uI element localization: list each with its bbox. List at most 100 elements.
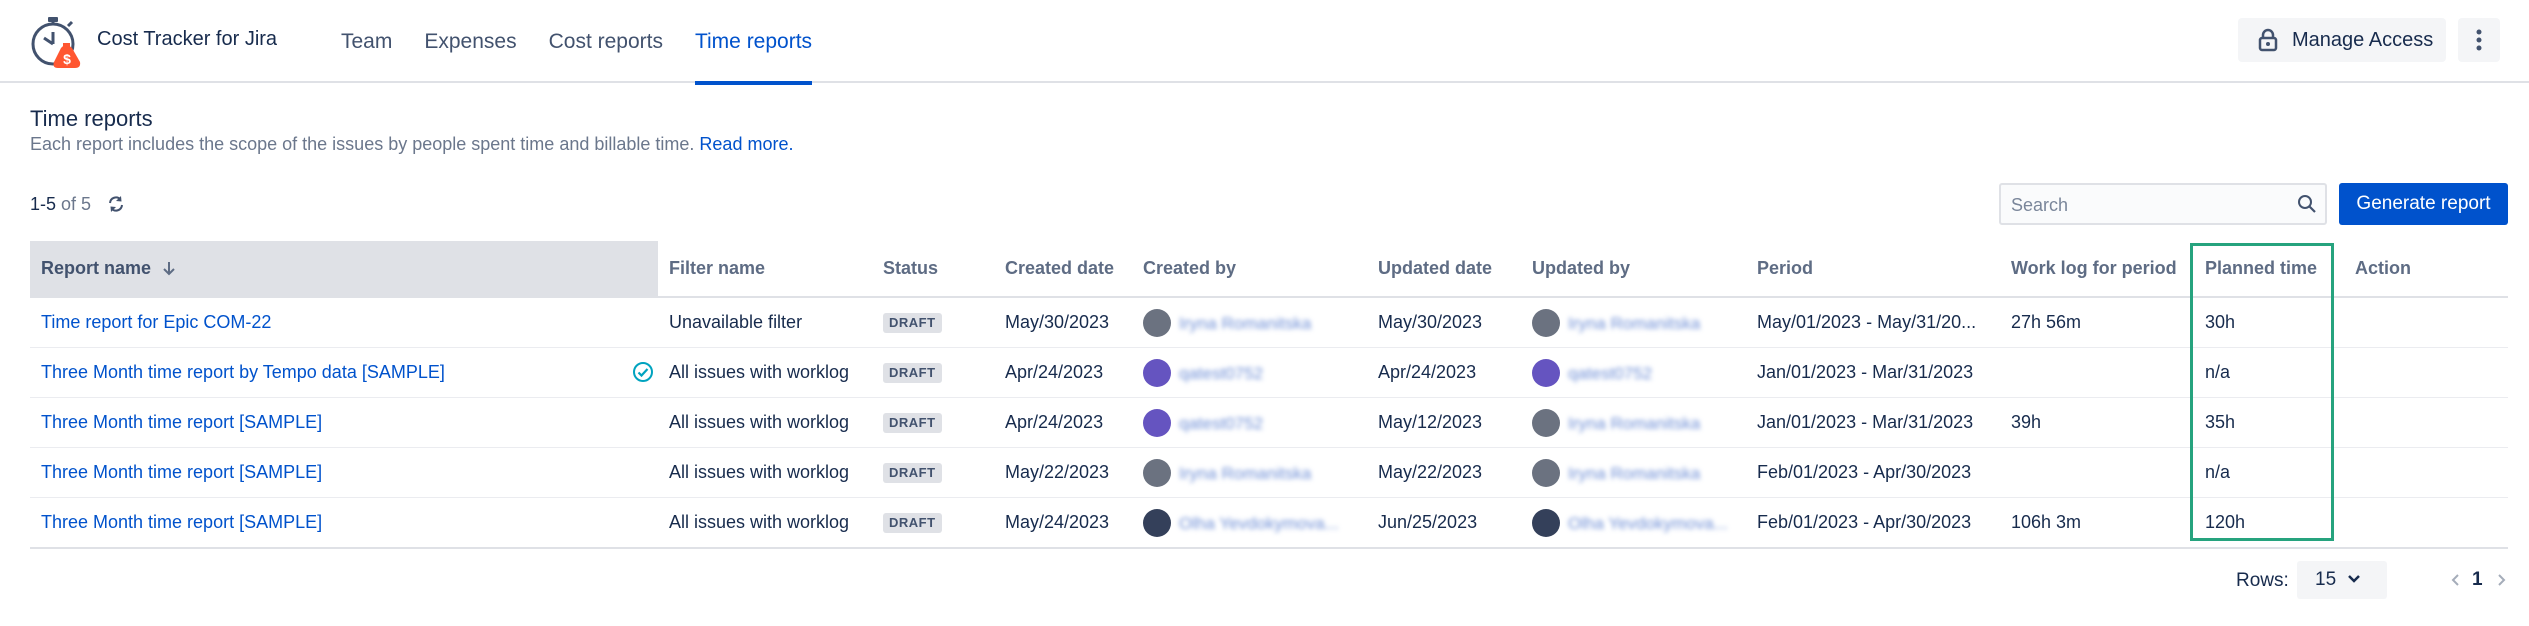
created-date: Apr/24/2023 xyxy=(1005,362,1104,382)
avatar xyxy=(1532,359,1560,388)
report-name-link[interactable]: Three Month time report [SAMPLE] xyxy=(30,398,630,447)
work-log xyxy=(2000,448,2194,497)
manage-access-button[interactable]: Manage Access xyxy=(2238,18,2446,62)
avatar xyxy=(1532,309,1560,338)
filter-name: All issues with worklog xyxy=(669,462,850,482)
planned-time: 30h xyxy=(2205,312,2236,332)
updated-by-cell: qatest0752 xyxy=(1521,348,1746,397)
created-by-cell: Iryna Romanitska xyxy=(1132,298,1367,347)
generate-report-button[interactable]: Generate report xyxy=(2339,183,2508,225)
report-name-link[interactable]: Three Month time report by Tempo data [S… xyxy=(30,348,620,397)
updated-by-cell: Iryna Romanitska xyxy=(1521,448,1746,497)
lock-icon xyxy=(2258,28,2278,52)
status-cell: DRAFT xyxy=(872,398,994,447)
page-description-text: Each report includes the scope of the is… xyxy=(30,134,695,154)
period: Feb/01/2023 - Apr/30/2023 xyxy=(1757,462,1972,482)
created-by-name: Iryna Romanitska xyxy=(1179,463,1312,483)
column-planned-time: Planned time xyxy=(2205,258,2318,278)
period: Jan/01/2023 - Mar/31/2023 xyxy=(1757,412,1974,432)
svg-text:$: $ xyxy=(63,51,71,67)
table-header: Report name Filter name Status Created d… xyxy=(30,241,2508,298)
page-description: Each report includes the scope of the is… xyxy=(30,134,793,155)
tab-time-reports[interactable]: Time reports xyxy=(679,0,828,85)
created-by-name: qatest0752 xyxy=(1179,413,1264,433)
tab-expenses[interactable]: Expenses xyxy=(408,0,532,83)
created-by-name: Olha Yevdokymova... xyxy=(1179,513,1339,533)
refresh-icon[interactable] xyxy=(106,194,126,214)
filter-name: All issues with worklog xyxy=(669,412,850,432)
filter-name: Unavailable filter xyxy=(669,312,803,332)
status-cell: DRAFT xyxy=(872,298,994,347)
rows-label: Rows: xyxy=(2236,570,2289,591)
status-cell: DRAFT xyxy=(872,448,994,497)
column-updated-date: Updated date xyxy=(1378,258,1493,278)
search-field xyxy=(1999,183,2327,225)
avatar xyxy=(1143,409,1171,438)
chevron-down-icon xyxy=(2348,575,2360,583)
tab-team[interactable]: Team xyxy=(325,0,408,83)
table-row[interactable]: Time report for Epic COM-22 Unavailable … xyxy=(30,298,2508,348)
created-date: May/24/2023 xyxy=(1005,512,1110,532)
column-filter-name: Filter name xyxy=(669,258,766,278)
status-cell: DRAFT xyxy=(872,348,994,397)
table-row[interactable]: Three Month time report [SAMPLE] All iss… xyxy=(30,498,2508,549)
time-reports-table: Report name Filter name Status Created d… xyxy=(30,241,2508,549)
table-row[interactable]: Three Month time report [SAMPLE] All iss… xyxy=(30,398,2508,448)
status-cell: DRAFT xyxy=(872,498,994,547)
column-report-name-label: Report name xyxy=(41,258,152,278)
report-name-link[interactable]: Time report for Epic COM-22 xyxy=(30,298,630,347)
avatar xyxy=(1532,509,1560,538)
period: Feb/01/2023 - Apr/30/2023 xyxy=(1757,512,1972,532)
sort-descending-icon xyxy=(163,262,175,276)
chevron-left-icon[interactable] xyxy=(2450,573,2460,587)
top-navigation: $ Cost Tracker for Jira Team Expenses Co… xyxy=(0,0,2529,85)
check-circle-icon xyxy=(633,362,653,382)
created-by-name: Iryna Romanitska xyxy=(1179,313,1312,333)
planned-time: 35h xyxy=(2205,412,2236,432)
column-report-name[interactable]: Report name xyxy=(30,241,658,296)
updated-date: Apr/24/2023 xyxy=(1378,362,1477,382)
status-badge: DRAFT xyxy=(883,313,942,334)
work-log xyxy=(2000,348,2194,397)
avatar xyxy=(1143,509,1171,538)
updated-date: May/22/2023 xyxy=(1378,462,1483,482)
report-name-link[interactable]: Three Month time report [SAMPLE] xyxy=(30,498,630,547)
table-row[interactable]: Three Month time report [SAMPLE] All iss… xyxy=(30,448,2508,498)
work-log: 39h xyxy=(2011,412,2042,432)
column-updated-by: Updated by xyxy=(1532,258,1631,278)
filter-name: All issues with worklog xyxy=(669,362,850,382)
column-status: Status xyxy=(883,258,939,278)
rows-per-page-select[interactable]: 15 xyxy=(2297,561,2387,599)
more-options-button[interactable] xyxy=(2458,18,2500,62)
status-badge: DRAFT xyxy=(883,363,942,384)
chevron-right-icon[interactable] xyxy=(2497,573,2507,587)
work-log: 27h 56m xyxy=(2011,312,2082,332)
page-number-current[interactable]: 1 xyxy=(2472,569,2483,591)
rows-per-page-value: 15 xyxy=(2315,569,2337,590)
column-created-by: Created by xyxy=(1143,258,1237,278)
updated-date: May/12/2023 xyxy=(1378,412,1483,432)
created-by-cell: qatest0752 xyxy=(1132,348,1367,397)
created-by-cell: qatest0752 xyxy=(1132,398,1367,447)
main-nav: Team Expenses Cost reports Time reports xyxy=(325,0,828,85)
report-name-link[interactable]: Three Month time report [SAMPLE] xyxy=(30,448,630,497)
avatar xyxy=(1532,409,1560,438)
updated-by-name: Iryna Romanitska xyxy=(1568,463,1701,483)
avatar xyxy=(1143,359,1171,388)
avatar xyxy=(1532,459,1560,488)
column-action: Action xyxy=(2355,258,2411,278)
app-title: Cost Tracker for Jira xyxy=(97,28,278,50)
search-input[interactable] xyxy=(2001,185,2293,225)
planned-time: 120h xyxy=(2205,512,2246,532)
count-total: of 5 xyxy=(61,194,92,214)
table-row[interactable]: Three Month time report by Tempo data [S… xyxy=(30,348,2508,398)
read-more-link[interactable]: Read more. xyxy=(699,134,793,154)
created-by-cell: Iryna Romanitska xyxy=(1132,448,1367,497)
status-badge: DRAFT xyxy=(883,463,942,484)
manage-access-label: Manage Access xyxy=(2292,28,2434,51)
more-vertical-icon xyxy=(2476,29,2482,51)
avatar xyxy=(1143,309,1171,338)
column-created-date: Created date xyxy=(1005,258,1115,278)
period: May/01/2023 - May/31/20... xyxy=(1757,312,1977,332)
tab-cost-reports[interactable]: Cost reports xyxy=(533,0,679,83)
